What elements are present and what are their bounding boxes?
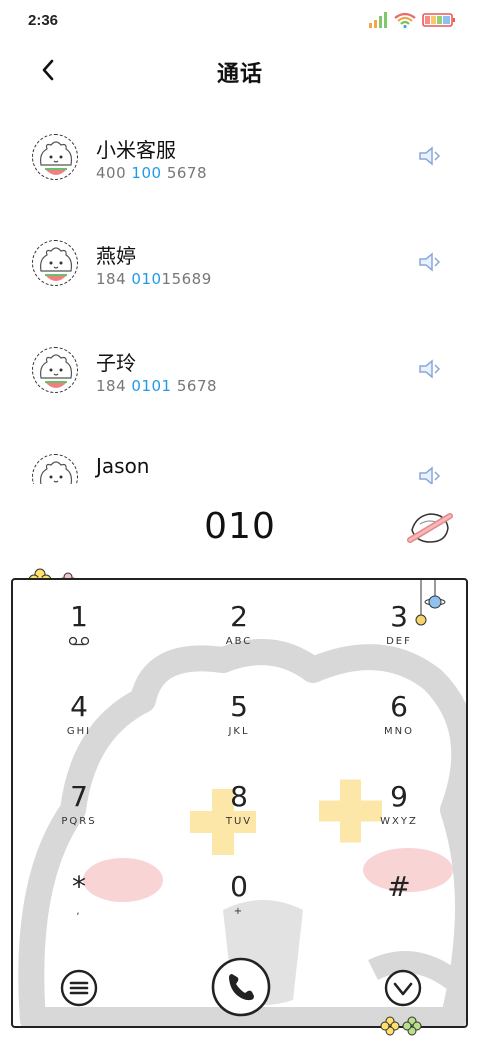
voicemail-icon: [19, 636, 139, 649]
key-hash[interactable]: #: [339, 860, 459, 940]
contact-row[interactable]: 小米客服 400 100 5678: [0, 106, 480, 206]
contact-row[interactable]: Jason: [0, 426, 480, 484]
signal-icon: [368, 12, 388, 33]
key-star[interactable]: * ,: [19, 860, 139, 940]
phone-call-icon: [210, 957, 272, 1022]
key-digit: 7: [70, 780, 88, 813]
key-9[interactable]: 9 WXYZ: [339, 770, 459, 850]
key-letters: TUV: [225, 816, 253, 827]
contact-suggestion-list[interactable]: 小米客服 400 100 5678 燕婷 184 01015689 子玲 184…: [0, 106, 480, 484]
contact-row[interactable]: 子玲 184 0101 5678: [0, 319, 480, 419]
contact-name: 子玲: [96, 351, 136, 375]
avatar: [32, 134, 78, 180]
key-4[interactable]: 4 GHI: [19, 680, 139, 760]
contact-number: 400 100 5678: [96, 164, 207, 182]
status-icons: [368, 12, 456, 33]
key-digit: 8: [230, 780, 248, 813]
menu-icon: [59, 969, 99, 1012]
key-letters: ,: [76, 906, 82, 917]
key-digit: 4: [70, 690, 88, 723]
collapse-icon: [383, 969, 423, 1012]
key-digit: 2: [230, 600, 248, 633]
avatar: [32, 347, 78, 393]
key-8[interactable]: 8 TUV: [179, 770, 299, 850]
key-0[interactable]: 0 +: [179, 860, 299, 940]
header: 通话: [0, 44, 480, 100]
contact-name: Jason: [96, 454, 150, 478]
key-digit: 5: [230, 690, 248, 723]
status-bar: 2:36: [0, 0, 480, 40]
battery-icon: [422, 12, 456, 33]
dial-keypad: 1 2 ABC 3 DEF 4 GHI 5 JKL 6 MNO 7 PQRS 8…: [11, 578, 468, 1028]
key-letters: JKL: [228, 726, 250, 737]
call-icon[interactable]: [418, 146, 442, 166]
contact-number: 184 0101 5678: [96, 377, 218, 395]
avatar: [32, 240, 78, 286]
key-7[interactable]: 7 PQRS: [19, 770, 139, 850]
call-icon[interactable]: [418, 466, 442, 484]
key-3[interactable]: 3 DEF: [339, 590, 459, 670]
menu-button[interactable]: [59, 968, 99, 1013]
contact-name: 燕婷: [96, 244, 136, 268]
call-button[interactable]: [210, 956, 272, 1023]
key-digit: 0: [230, 870, 248, 903]
key-letters: MNO: [384, 726, 414, 737]
key-letters: WXYZ: [380, 816, 418, 827]
contact-row[interactable]: 燕婷 184 01015689: [0, 212, 480, 312]
key-digit: 9: [390, 780, 408, 813]
contact-name: 小米客服: [96, 138, 176, 162]
key-digit: 3: [390, 600, 408, 633]
key-letters: GHI: [66, 726, 92, 737]
collapse-keypad-button[interactable]: [383, 968, 423, 1013]
contact-number: 184 01015689: [96, 270, 212, 288]
key-letters: DEF: [386, 636, 412, 647]
key-digit: 6: [390, 690, 408, 723]
key-5[interactable]: 5 JKL: [179, 680, 299, 760]
key-digit: *: [72, 870, 86, 903]
avatar: [32, 454, 78, 484]
key-digit: 1: [70, 600, 88, 633]
call-icon[interactable]: [418, 252, 442, 272]
key-letters: ABC: [225, 636, 253, 647]
status-time: 2:36: [28, 12, 59, 29]
key-letters: PQRS: [61, 816, 97, 827]
key-6[interactable]: 6 MNO: [339, 680, 459, 760]
page-title: 通话: [216, 61, 263, 86]
key-1[interactable]: 1: [19, 590, 139, 670]
key-letters: +: [233, 906, 245, 917]
key-2[interactable]: 2 ABC: [179, 590, 299, 670]
key-digit: #: [387, 870, 411, 903]
wifi-icon: [394, 12, 416, 33]
call-icon[interactable]: [418, 359, 442, 379]
delete-button[interactable]: [406, 506, 454, 548]
backspace-icon: [406, 513, 454, 552]
